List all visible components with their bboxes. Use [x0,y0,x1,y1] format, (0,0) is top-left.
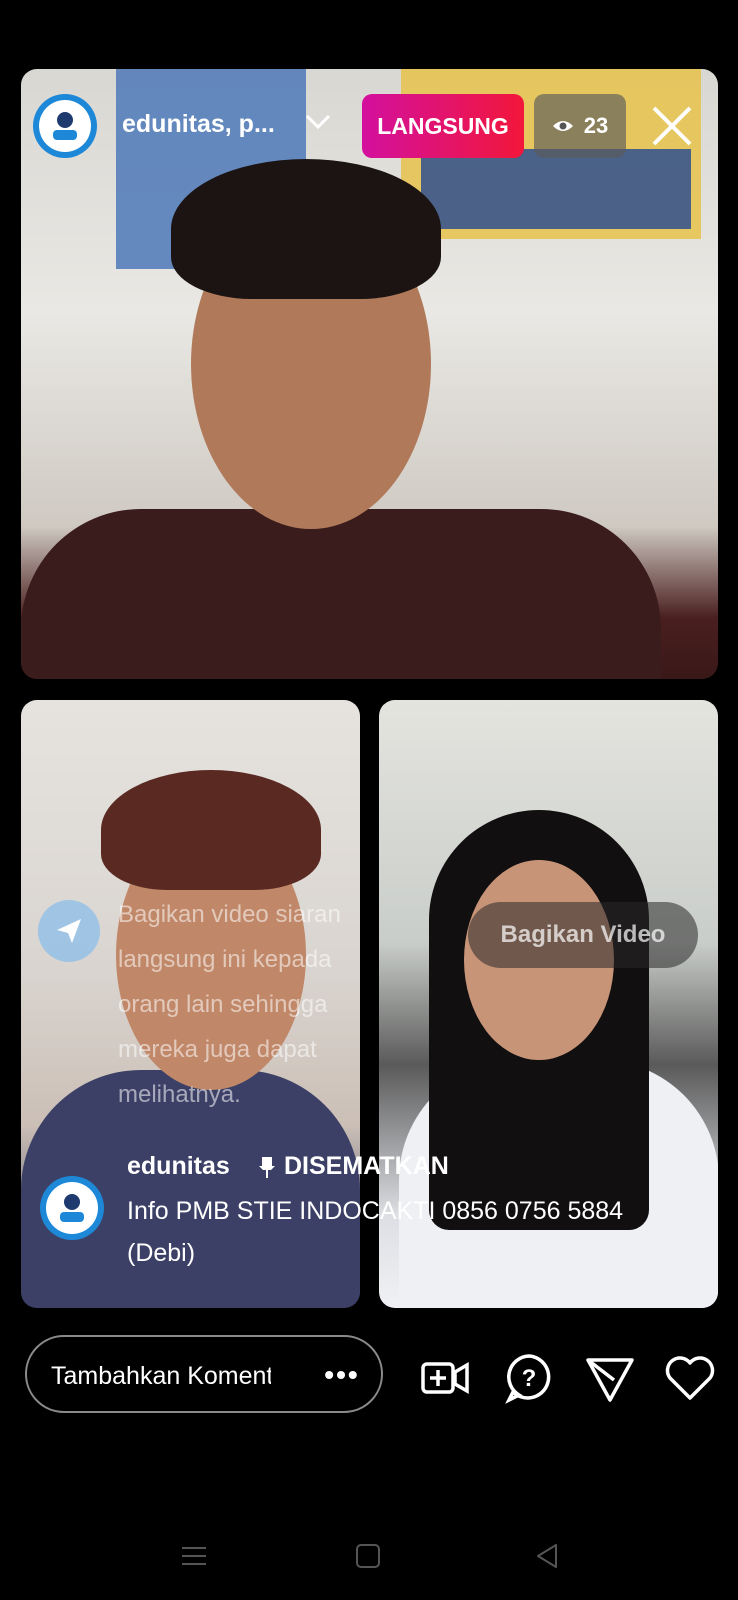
viewer-count-badge[interactable]: 23 [534,94,626,158]
host-avatar[interactable] [33,94,97,158]
add-video-button[interactable] [417,1350,473,1406]
pinned-comment-avatar[interactable] [40,1176,104,1240]
svg-text:?: ? [522,1365,537,1392]
nav-recents-button[interactable] [176,1538,212,1574]
guest1-hair [101,770,321,890]
host-hair [171,159,441,299]
like-button[interactable] [662,1350,718,1406]
host-video-tile[interactable] [21,69,718,679]
close-button[interactable] [650,104,694,148]
edunitas-logo-icon [46,1182,98,1234]
account-name[interactable]: edunitas, p... [122,110,275,139]
nav-back-button[interactable] [530,1538,566,1574]
background-poster [421,149,691,229]
eye-icon [552,121,573,131]
send-icon [586,1358,634,1402]
pinned-comment-username[interactable]: edunitas [127,1152,230,1181]
share-video-button[interactable]: Bagikan Video [468,902,698,968]
more-options-button[interactable]: ••• [317,1355,367,1395]
chevron-down-icon[interactable] [305,113,331,136]
live-badge: LANGSUNG [362,94,524,158]
nav-home-button[interactable] [350,1538,386,1574]
heart-icon [665,1356,715,1400]
send-icon [57,919,81,943]
close-icon [652,106,692,146]
add-video-icon [421,1361,469,1395]
share-prompt-text: Bagikan video siaran langsung ini kepada… [118,901,341,1108]
viewer-count: 23 [583,113,609,138]
question-button[interactable]: ? [501,1350,557,1406]
edunitas-logo-icon [39,100,91,152]
menu-icon [182,1547,206,1565]
pinned-label: DISEMATKAN [258,1152,449,1181]
back-triangle-icon [537,1544,557,1568]
pinned-comment-text: Info PMB STIE INDOCAKTI 0856 0756 5884 (… [127,1197,624,1267]
comment-input-container[interactable]: ••• [25,1335,383,1413]
comment-input[interactable] [49,1355,273,1397]
question-icon: ? [505,1354,551,1404]
home-square-icon [356,1544,380,1568]
share-prompt-icon [38,900,100,962]
send-button[interactable] [582,1350,638,1406]
pin-icon [259,1156,275,1178]
pinned-label-text: DISEMATKAN [284,1152,449,1180]
host-shirt [21,509,661,679]
